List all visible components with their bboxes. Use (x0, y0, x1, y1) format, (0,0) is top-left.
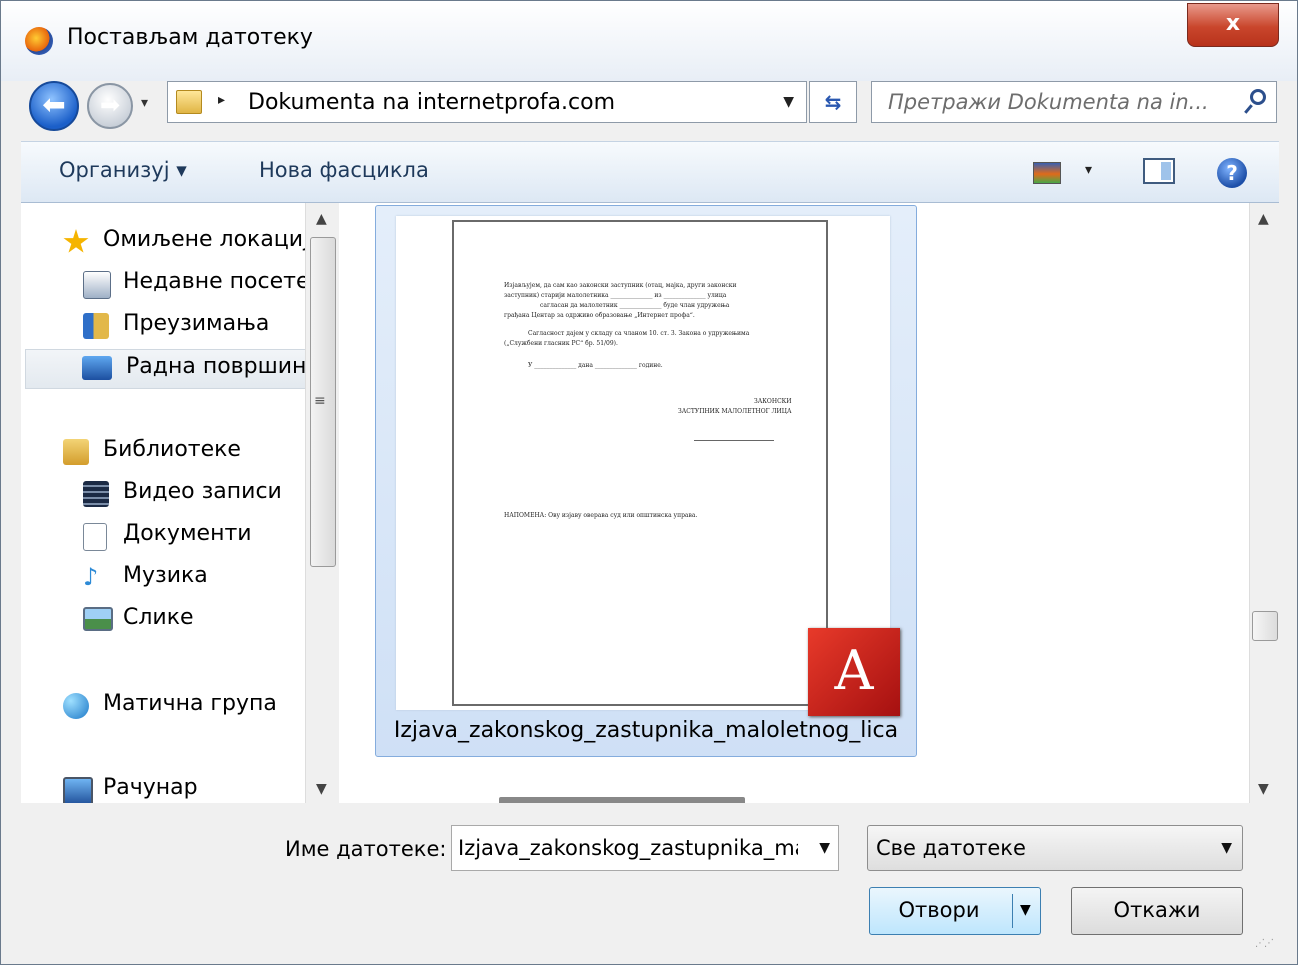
preview-pane-icon[interactable] (1143, 158, 1175, 184)
file-name-input[interactable]: Izjava_zakonskog_zastupnika_ma (458, 836, 798, 860)
folder-icon (176, 90, 202, 114)
scroll-down-arrow-icon[interactable]: ▼ (316, 781, 327, 797)
open-options-dropdown[interactable]: ▼ (1020, 902, 1031, 918)
computer-icon (63, 777, 93, 803)
forward-button[interactable]: ➡ (87, 83, 133, 129)
preview-line: грађана Центар за одрживо образовање „Ин… (504, 312, 695, 319)
preview-line: („Службени гласник РС“ бр. 51/09). (504, 340, 618, 347)
navigation-pane: Омиљене локације Недавне посете Преузима… (21, 203, 341, 803)
desktop-icon (82, 356, 112, 380)
window-title: Постављам датотеку (67, 25, 313, 50)
new-folder-button[interactable]: Нова фасцикла (259, 158, 429, 182)
preview-line: Изјављујем, да сам као законски заступни… (504, 282, 737, 289)
file-type-selected: Све датотеке (876, 836, 1026, 860)
preview-line: Сагласност дајем у складу са чланом 10. … (528, 330, 750, 337)
cancel-button[interactable]: Откажи (1071, 887, 1243, 935)
star-icon (63, 229, 89, 253)
dialog-footer: Име датотеке: Izjava_zakonskog_zastupnik… (21, 803, 1279, 953)
downloads-folder-icon (83, 313, 109, 339)
file-name-label: Izjava_zakonskog_zastupnika_maloletnog_l… (393, 718, 899, 743)
sidebar-item-label: Документи (123, 521, 252, 546)
breadcrumb-separator-icon[interactable]: ▸ (218, 92, 225, 108)
search-icon[interactable] (1250, 89, 1266, 105)
navigation-pane-scrollbar[interactable]: ▲ ≡ ▼ (305, 203, 339, 803)
back-arrow-icon: ⬅ (42, 88, 66, 121)
signature-line (694, 440, 774, 441)
open-button[interactable]: Отвори ▼ (869, 887, 1041, 935)
address-dropdown[interactable]: ▼ (783, 94, 794, 110)
resize-grip-icon[interactable]: ⋰⋰ (1255, 938, 1274, 949)
pictures-icon (83, 607, 113, 631)
file-type-filter[interactable]: Све датотеке ▼ (867, 825, 1243, 871)
refresh-button[interactable]: ⇆ (809, 81, 857, 123)
file-name-field-label: Име датотеке: (285, 837, 447, 861)
scrollbar-grip-icon: ≡ (314, 393, 326, 409)
pdf-icon: A (808, 628, 900, 716)
libraries-icon (63, 439, 89, 465)
preview-signature-subtitle: ЗАСТУПНИК МАЛОЛЕТНОГ ЛИЦА (678, 408, 792, 415)
back-button[interactable]: ⬅ (29, 81, 79, 131)
scroll-down-arrow-icon[interactable]: ▼ (1258, 781, 1269, 797)
preview-line: сагласан да малолетник ______________ бу… (540, 302, 730, 309)
preview-line: заступник) старији малолетника _________… (504, 292, 727, 299)
preview-note: НАПОМЕНА: Ову изјаву оверава суд или опш… (504, 512, 698, 519)
organize-menu[interactable]: Организуј ▾ (59, 158, 187, 182)
command-bar: Организуј ▾ Нова фасцикла ▾ ? (21, 141, 1279, 203)
close-button[interactable]: x (1187, 3, 1279, 47)
sidebar-item-label: Слике (123, 605, 194, 630)
refresh-icon: ⇆ (824, 90, 842, 114)
music-icon: ♪ (83, 563, 99, 591)
sidebar-item-label: Матична група (103, 691, 277, 716)
sidebar-item-label: Рачунар (103, 775, 198, 800)
file-upload-dialog: Постављам датотеку x ⬅ ➡ ▾ ▸ Dokumenta n… (0, 0, 1298, 965)
help-icon[interactable]: ? (1217, 158, 1247, 188)
document-preview-page: Изјављујем, да сам као законски заступни… (452, 220, 828, 706)
breadcrumb-current-folder[interactable]: Dokumenta na internetprofa.com (248, 90, 615, 115)
change-view-icon[interactable] (1033, 162, 1061, 184)
file-name-combobox[interactable]: Izjava_zakonskog_zastupnika_ma ▼ (451, 825, 839, 871)
recent-places-icon (83, 271, 111, 299)
sidebar-item-label: Омиљене локације (103, 227, 323, 252)
scroll-up-arrow-icon[interactable]: ▲ (1258, 211, 1269, 227)
chevron-down-icon[interactable]: ▼ (1221, 840, 1232, 856)
title-bar: Постављам датотеку x (1, 1, 1297, 81)
sidebar-item-label: Недавне посете (123, 269, 310, 294)
sidebar-item-desktop[interactable]: Радна површина (25, 349, 325, 389)
sidebar-item-label: Преузимања (123, 311, 270, 336)
sidebar-item-label: Радна површина (126, 354, 320, 379)
file-list: Изјављујем, да сам као законски заступни… (341, 203, 1249, 803)
preview-line: У ______________ дана ______________ год… (528, 362, 663, 369)
sidebar-item-label: Музика (123, 563, 208, 588)
split-button-divider (1012, 894, 1013, 928)
scroll-up-arrow-icon[interactable]: ▲ (316, 211, 327, 227)
homegroup-icon (63, 693, 89, 719)
search-placeholder: Претражи Dokumenta na in... (888, 90, 1209, 114)
open-button-label: Отвори (898, 898, 980, 922)
recent-locations-dropdown[interactable]: ▾ (141, 95, 148, 111)
sidebar-item-label: Библиотеке (103, 437, 241, 462)
file-thumbnail: Изјављујем, да сам као законски заступни… (396, 216, 900, 716)
search-box[interactable]: Претражи Dokumenta na in... (871, 81, 1277, 123)
documents-icon (83, 523, 107, 551)
view-options-dropdown[interactable]: ▾ (1085, 162, 1092, 178)
preview-signature-title: ЗАКОНСКИ (754, 398, 792, 405)
firefox-icon (25, 27, 53, 55)
address-bar[interactable]: ▸ Dokumenta na internetprofa.com ▼ (167, 81, 807, 123)
forward-arrow-icon: ➡ (99, 91, 121, 119)
scrollbar-thumb[interactable] (1252, 611, 1278, 641)
file-item-selected[interactable]: Изјављујем, да сам као законски заступни… (375, 205, 917, 757)
videos-icon (83, 481, 109, 507)
chevron-down-icon[interactable]: ▼ (819, 840, 830, 856)
sidebar-item-label: Видео записи (123, 479, 282, 504)
file-list-scrollbar[interactable]: ▲ ▼ (1249, 203, 1279, 803)
